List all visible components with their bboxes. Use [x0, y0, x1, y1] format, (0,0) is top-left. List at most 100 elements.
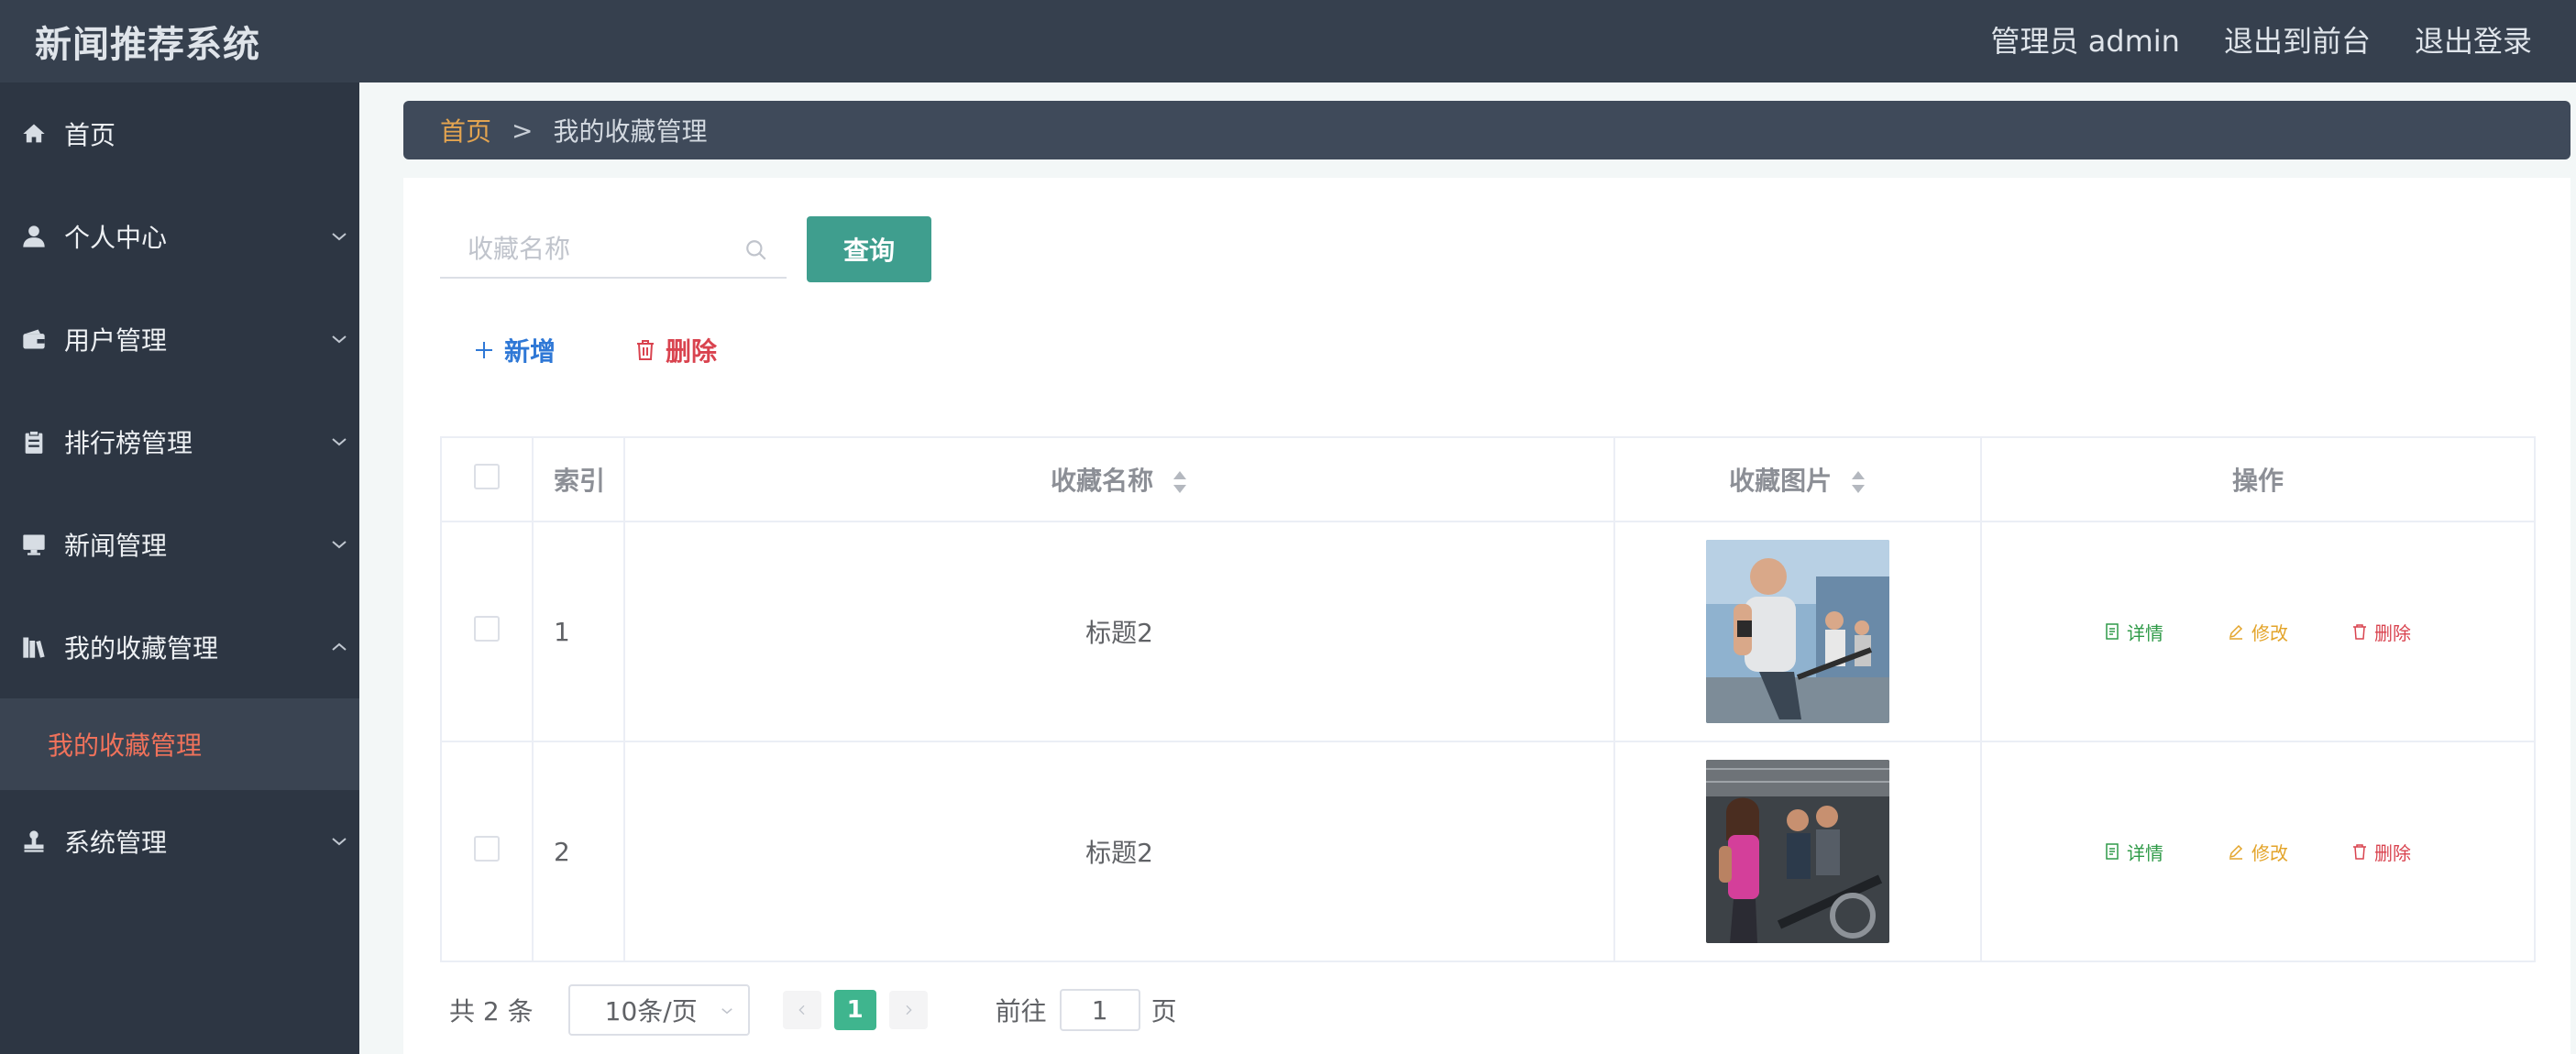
- pagination-total: 共 2 条: [449, 996, 534, 1027]
- row-image-cell: [1613, 521, 1982, 742]
- add-button-label: 新增: [504, 336, 556, 367]
- sidebar-item-label: 我的收藏管理: [64, 633, 219, 664]
- trash-icon: [2353, 844, 2366, 860]
- books-icon: [20, 633, 48, 661]
- table-row: 1 标题2 详情 修改 删除: [440, 521, 2536, 742]
- row-image-cell: [1613, 741, 1982, 962]
- chevron-down-icon: [721, 1008, 732, 1015]
- edit-button[interactable]: 修改: [2228, 839, 2288, 865]
- row-index: 2: [532, 741, 625, 962]
- row-select-cell: [440, 741, 534, 962]
- pencil-icon: [2229, 844, 2243, 860]
- sidebar-item-news-management[interactable]: 新闻管理: [0, 493, 359, 596]
- header-name: 收藏名称: [1051, 466, 1154, 496]
- row-name: 标题2: [623, 521, 1615, 742]
- top-bar: 新闻推荐系统 管理员 admin 退出到前台 退出登录: [0, 0, 2576, 82]
- sidebar-item-label: 系统管理: [64, 828, 168, 858]
- page-number-button[interactable]: 1: [833, 990, 876, 1030]
- header-ops: 操作: [1980, 436, 2536, 522]
- detail-button[interactable]: 详情: [2105, 619, 2163, 645]
- sidebar-item-label: 个人中心: [64, 223, 168, 253]
- edit-label: 修改: [2251, 841, 2288, 864]
- trash-icon: [637, 340, 654, 360]
- row-checkbox[interactable]: [474, 835, 500, 862]
- goto-page-input[interactable]: [1059, 989, 1140, 1031]
- detail-label: 详情: [2127, 621, 2163, 644]
- sidebar-item-system-management[interactable]: 系统管理: [0, 790, 359, 893]
- chevron-up-icon: [332, 642, 347, 651]
- edit-button[interactable]: 修改: [2228, 619, 2288, 645]
- search-icon: [746, 240, 766, 260]
- current-user-label: 管理员 admin: [1990, 24, 2180, 59]
- prev-page-button[interactable]: [782, 991, 821, 1029]
- main-content: 查询 新增 删除 索引 收藏名称 收藏图片 操作: [403, 178, 2570, 1054]
- breadcrumb-home-link[interactable]: 首页: [440, 112, 491, 148]
- sort-icon[interactable]: [1172, 469, 1188, 495]
- breadcrumb: 首页 > 我的收藏管理: [403, 101, 2570, 159]
- sidebar-item-ranking-management[interactable]: 排行榜管理: [0, 390, 359, 493]
- sort-icon[interactable]: [1850, 469, 1866, 495]
- favorites-table: 索引 收藏名称 收藏图片 操作 1 标题2 详情 修改 删除 2 标题2 详情 …: [440, 436, 2536, 962]
- row-index: 1: [532, 521, 625, 742]
- trash-icon: [2353, 624, 2366, 640]
- wallet-icon: [20, 325, 48, 353]
- table-header-row: 索引 收藏名称 收藏图片 操作: [440, 436, 2536, 522]
- chevron-left-icon: [798, 1005, 805, 1016]
- goto-label: 前往: [995, 996, 1047, 1027]
- search-field: [440, 220, 787, 279]
- logout-link[interactable]: 退出登录: [2415, 18, 2532, 60]
- sidebar-item-home[interactable]: 首页: [0, 82, 359, 185]
- detail-button[interactable]: 详情: [2105, 839, 2163, 865]
- top-links: 管理员 admin 退出到前台 退出登录: [1991, 18, 2532, 60]
- app-title: 新闻推荐系统: [35, 24, 260, 66]
- chevron-down-icon: [332, 335, 347, 344]
- select-all-cell: [440, 436, 534, 522]
- page-size-value: 10条/页: [604, 996, 698, 1027]
- pencil-icon: [2229, 624, 2243, 640]
- batch-delete-button[interactable]: 删除: [634, 332, 717, 368]
- pagination: 共 2 条 10条/页 1 前往 页: [449, 984, 1177, 1036]
- delete-label: 删除: [2374, 841, 2411, 864]
- delete-row-button[interactable]: 删除: [2352, 619, 2411, 645]
- header-index: 索引: [532, 436, 625, 522]
- stamp-icon: [20, 828, 48, 855]
- chevron-down-icon: [332, 233, 347, 241]
- row-ops-cell: 详情 修改 删除: [1980, 741, 2536, 962]
- sidebar-item-favorites-management[interactable]: 我的收藏管理: [0, 596, 359, 698]
- document-icon: [2106, 623, 2119, 640]
- plus-icon: [476, 342, 492, 358]
- delete-button-label: 删除: [666, 336, 718, 367]
- exit-to-front-link[interactable]: 退出到前台: [2224, 18, 2371, 60]
- search-input[interactable]: [468, 233, 743, 264]
- submenu-item-my-favorites[interactable]: 我的收藏管理: [0, 698, 359, 790]
- header-image: 收藏图片: [1729, 466, 1833, 496]
- select-all-checkbox[interactable]: [474, 463, 500, 489]
- row-actions: 详情 修改 删除: [1982, 839, 2534, 865]
- favorite-image[interactable]: [1706, 760, 1889, 943]
- sidebar-item-user-management[interactable]: 用户管理: [0, 288, 359, 390]
- chevron-right-icon: [906, 1005, 912, 1016]
- chevron-down-icon: [332, 838, 347, 846]
- sidebar-item-label: 首页: [64, 120, 116, 150]
- document-icon: [2106, 843, 2119, 860]
- row-checkbox[interactable]: [474, 615, 500, 642]
- delete-row-button[interactable]: 删除: [2352, 839, 2411, 865]
- page-suffix: 页: [1150, 996, 1177, 1027]
- page-size-select[interactable]: 10条/页: [567, 984, 750, 1036]
- row-ops-cell: 详情 修改 删除: [1980, 521, 2536, 742]
- header-name-cell[interactable]: 收藏名称: [623, 436, 1615, 522]
- add-button[interactable]: 新增: [473, 332, 556, 368]
- home-icon: [20, 120, 48, 148]
- header-image-cell[interactable]: 收藏图片: [1613, 436, 1982, 522]
- row-name: 标题2: [623, 741, 1615, 962]
- sidebar-item-label: 排行榜管理: [64, 428, 193, 458]
- breadcrumb-separator: >: [512, 115, 534, 146]
- next-page-button[interactable]: [888, 991, 928, 1029]
- favorite-image[interactable]: [1706, 540, 1889, 723]
- sidebar-item-personal-center[interactable]: 个人中心: [0, 185, 359, 288]
- table-row: 2 标题2 详情 修改 删除: [440, 741, 2536, 962]
- monitor-icon: [20, 531, 48, 558]
- row-actions: 详情 修改 删除: [1982, 619, 2534, 645]
- clipboard-icon: [20, 428, 48, 456]
- query-button[interactable]: 查询: [807, 216, 931, 282]
